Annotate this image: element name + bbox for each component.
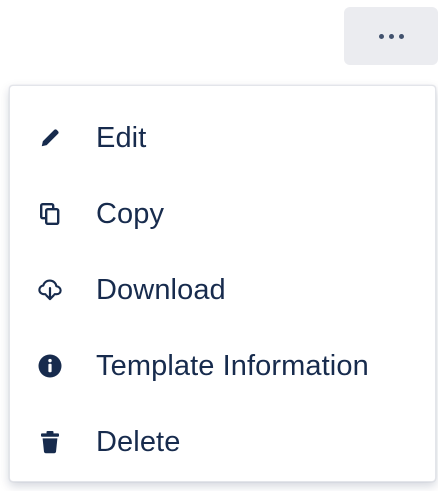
menu-item-template-information[interactable]: Template Information: [10, 328, 435, 404]
menu-item-delete[interactable]: Delete: [10, 404, 435, 480]
cloud-download-icon: [38, 278, 62, 302]
menu-item-label: Template Information: [96, 349, 369, 382]
trash-icon: [38, 430, 62, 454]
info-circle-icon: [38, 354, 62, 378]
more-actions-button[interactable]: [344, 7, 438, 65]
menu-item-download[interactable]: Download: [10, 252, 435, 328]
menu-item-copy[interactable]: Copy: [10, 176, 435, 252]
more-horizontal-icon: [378, 33, 404, 39]
actions-dropdown-menu: Edit Copy Download Template Information …: [9, 85, 436, 482]
menu-item-label: Delete: [96, 425, 181, 458]
menu-item-label: Copy: [96, 197, 165, 230]
menu-item-label: Download: [96, 273, 226, 306]
copy-icon: [38, 202, 62, 226]
menu-item-label: Edit: [96, 121, 147, 154]
menu-item-edit[interactable]: Edit: [10, 100, 435, 176]
pencil-icon: [38, 126, 62, 150]
page: Edit Copy Download Template Information …: [0, 0, 438, 491]
